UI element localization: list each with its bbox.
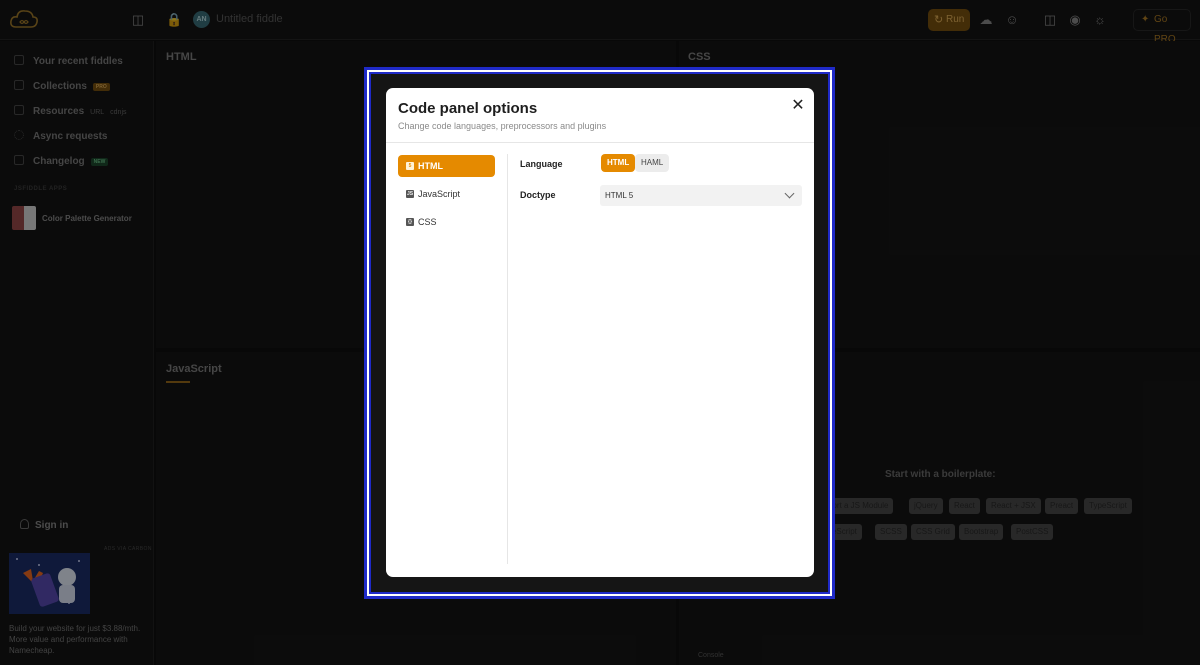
js-icon: JS (406, 190, 414, 198)
close-icon[interactable]: ✕ (790, 98, 806, 114)
language-option-haml[interactable]: HAML (635, 154, 670, 172)
chevron-down-icon (784, 188, 795, 199)
doctype-value: HTML 5 (605, 191, 634, 200)
tab-label: CSS (418, 217, 437, 227)
tab-html[interactable]: 5 HTML (398, 155, 495, 177)
language-option-html[interactable]: HTML (601, 154, 636, 172)
dialog-subtitle: Change code languages, preprocessors and… (398, 121, 607, 131)
dialog-divider (386, 142, 814, 143)
doctype-select[interactable]: HTML 5 (600, 185, 802, 206)
tab-label: HTML (418, 161, 443, 171)
tab-css[interactable]: {} CSS (398, 211, 495, 233)
html5-icon: 5 (406, 162, 414, 170)
doctype-label: Doctype (520, 190, 556, 200)
language-label: Language (520, 159, 563, 169)
dialog-title: Code panel options (398, 100, 538, 117)
dialog-vertical-divider (507, 154, 508, 564)
tab-javascript[interactable]: JS JavaScript (398, 183, 495, 205)
tab-label: JavaScript (418, 189, 461, 199)
code-panel-options-dialog: Code panel options Change code languages… (386, 88, 814, 577)
css-icon: {} (406, 218, 414, 226)
